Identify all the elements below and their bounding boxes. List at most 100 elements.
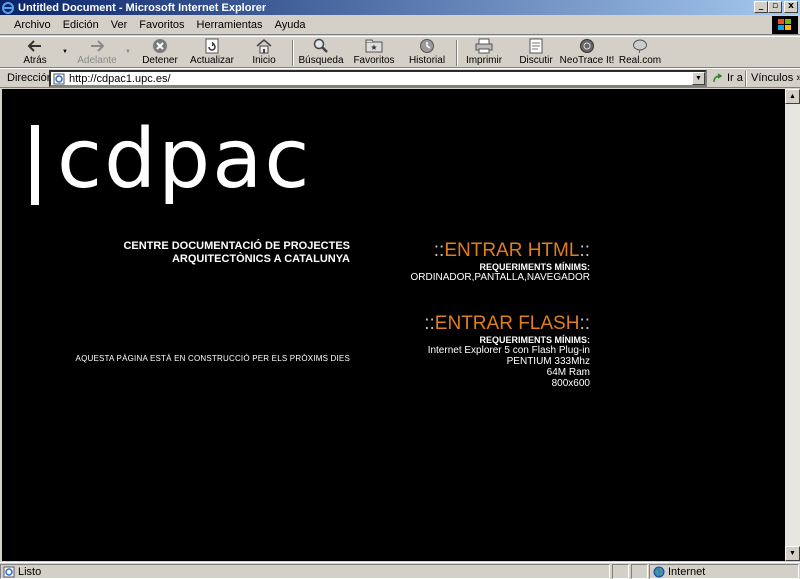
page-content: cdpac CENTRE DOCUMENTACIÓ DE PROJECTES A… bbox=[2, 89, 785, 561]
html-requirements-title: REQUERIMENTS MÍNIMS: bbox=[479, 262, 590, 272]
home-icon bbox=[256, 37, 272, 55]
stop-label: Detener bbox=[142, 55, 178, 66]
forward-label: Adelante bbox=[77, 55, 117, 66]
address-label: Dirección bbox=[7, 72, 53, 84]
flash-requirements-title: REQUERIMENTS MÍNIMS: bbox=[479, 335, 590, 345]
back-button[interactable]: Atrás bbox=[15, 37, 55, 67]
links-label: Vínculos bbox=[751, 72, 794, 84]
vertical-scrollbar[interactable]: ▲ ▼ bbox=[785, 89, 800, 561]
svg-text:★: ★ bbox=[370, 43, 377, 52]
history-button[interactable]: Historial bbox=[406, 37, 448, 67]
html-entry: ::ENTRAR HTML:: REQUERIMENTS MÍNIMS: ORD… bbox=[390, 240, 590, 283]
discuss-icon bbox=[529, 37, 543, 55]
realcom-icon bbox=[632, 37, 648, 55]
forward-arrow-icon bbox=[89, 37, 105, 55]
neotrace-icon bbox=[579, 37, 595, 55]
html-requirement-line: ORDINADOR,PANTALLA,NAVEGADOR bbox=[410, 272, 590, 283]
neotrace-button[interactable]: NeoTrace It! bbox=[560, 37, 614, 67]
title-bar: Untitled Document - Microsoft Internet E… bbox=[0, 0, 800, 15]
favorites-folder-icon: ★ bbox=[365, 37, 383, 55]
realcom-button[interactable]: Real.com bbox=[618, 37, 662, 67]
status-main-panel: Listo bbox=[0, 564, 610, 579]
menu-herramientas[interactable]: Herramientas bbox=[191, 19, 269, 31]
internet-globe-icon bbox=[653, 566, 665, 578]
flash-requirement-line: 800x600 bbox=[551, 378, 590, 389]
back-arrow-icon bbox=[27, 37, 43, 55]
menu-edicion[interactable]: Edición bbox=[57, 19, 105, 31]
windows-logo-icon bbox=[772, 16, 798, 34]
enter-html-label: ENTRAR HTML bbox=[444, 240, 580, 261]
realcom-label: Real.com bbox=[618, 55, 662, 66]
address-bar: Dirección http://cdpac1.upc.es/ ▼ Ir a V… bbox=[0, 68, 800, 88]
discuss-button[interactable]: Discutir bbox=[518, 37, 554, 67]
close-button[interactable]: x bbox=[784, 1, 798, 13]
page-icon bbox=[53, 73, 65, 85]
status-bar: Listo Internet bbox=[0, 562, 800, 579]
zone-text: Internet bbox=[668, 565, 706, 578]
menu-archivo[interactable]: Archivo bbox=[8, 19, 57, 31]
go-label: Ir a bbox=[727, 72, 743, 84]
window-title: Untitled Document - Microsoft Internet E… bbox=[18, 1, 267, 14]
minimize-button[interactable]: _ bbox=[754, 1, 768, 13]
printer-icon bbox=[475, 37, 493, 55]
address-dropdown-button[interactable]: ▼ bbox=[692, 72, 705, 85]
refresh-icon bbox=[205, 37, 219, 55]
refresh-label: Actualizar bbox=[190, 55, 234, 66]
stop-icon bbox=[152, 37, 168, 55]
menu-favoritos[interactable]: Favoritos bbox=[133, 19, 190, 31]
construction-notice: AQUESTA PÀGINA ESTÀ EN CONSTRUCCIÓ PER E… bbox=[75, 354, 350, 363]
link-suffix: :: bbox=[579, 313, 590, 334]
favorites-label: Favoritos bbox=[353, 55, 395, 66]
menu-ayuda[interactable]: Ayuda bbox=[269, 19, 312, 31]
ie-icon bbox=[1, 1, 15, 14]
history-icon bbox=[419, 37, 435, 55]
status-text: Listo bbox=[18, 565, 42, 578]
flash-entry: ::ENTRAR FLASH:: REQUERIMENTS MÍNIMS: In… bbox=[390, 313, 590, 389]
back-label: Atrás bbox=[23, 55, 47, 66]
home-button[interactable]: Inicio bbox=[248, 37, 280, 67]
flash-requirement-line: Internet Explorer 5 con Flash Plug-in bbox=[427, 345, 590, 356]
links-button[interactable]: Vínculos » bbox=[751, 72, 800, 84]
back-dropdown-icon[interactable]: ▼ bbox=[62, 49, 68, 55]
browser-window: Untitled Document - Microsoft Internet E… bbox=[0, 0, 800, 579]
flash-requirement-line: 64M Ram bbox=[546, 367, 590, 378]
enter-html-link[interactable]: ::ENTRAR HTML:: bbox=[390, 240, 590, 262]
search-label: Búsqueda bbox=[298, 55, 344, 66]
scroll-down-button[interactable]: ▼ bbox=[785, 546, 800, 561]
address-url: http://cdpac1.upc.es/ bbox=[69, 72, 171, 85]
discuss-label: Discutir bbox=[519, 55, 553, 66]
maximize-button[interactable]: ▫ bbox=[768, 1, 782, 13]
forward-button[interactable]: Adelante bbox=[74, 37, 120, 67]
chevron-right-icon: » bbox=[796, 72, 800, 84]
page-status-icon bbox=[3, 566, 15, 578]
enter-flash-label: ENTRAR FLASH bbox=[434, 313, 580, 334]
link-suffix: :: bbox=[579, 240, 590, 261]
scroll-up-button[interactable]: ▲ bbox=[785, 89, 800, 104]
home-label: Inicio bbox=[252, 55, 276, 66]
standard-toolbar: Atrás ▼ Adelante ▼ Detener Actualizar In… bbox=[0, 36, 800, 68]
stop-button[interactable]: Detener bbox=[140, 37, 180, 67]
print-button[interactable]: Imprimir bbox=[465, 37, 503, 67]
centre-title: CENTRE DOCUMENTACIÓ DE PROJECTES ARQUITE… bbox=[123, 240, 350, 265]
history-label: Historial bbox=[408, 55, 446, 66]
toolbar-separator bbox=[456, 40, 458, 66]
favorites-button[interactable]: ★ Favoritos bbox=[353, 37, 395, 67]
forward-dropdown-icon[interactable]: ▼ bbox=[125, 49, 131, 55]
go-arrow-icon bbox=[712, 72, 724, 84]
flash-requirement-line: PENTIUM 333Mhz bbox=[506, 356, 590, 367]
toolbar-separator bbox=[292, 40, 294, 66]
status-panel bbox=[631, 564, 648, 579]
menu-bar: Archivo Edición Ver Favoritos Herramient… bbox=[0, 16, 800, 35]
go-button[interactable]: Ir a bbox=[712, 72, 743, 84]
link-prefix: :: bbox=[424, 313, 435, 334]
print-label: Imprimir bbox=[465, 55, 503, 66]
enter-flash-link[interactable]: ::ENTRAR FLASH:: bbox=[390, 313, 590, 335]
address-input[interactable]: http://cdpac1.upc.es/ ▼ bbox=[49, 70, 707, 87]
search-button[interactable]: Búsqueda bbox=[298, 37, 344, 67]
status-panel bbox=[612, 564, 629, 579]
refresh-button[interactable]: Actualizar bbox=[190, 37, 234, 67]
link-prefix: :: bbox=[433, 240, 445, 261]
menu-ver[interactable]: Ver bbox=[105, 19, 134, 31]
logo-text: cdpac bbox=[57, 112, 312, 207]
search-icon bbox=[313, 37, 329, 55]
